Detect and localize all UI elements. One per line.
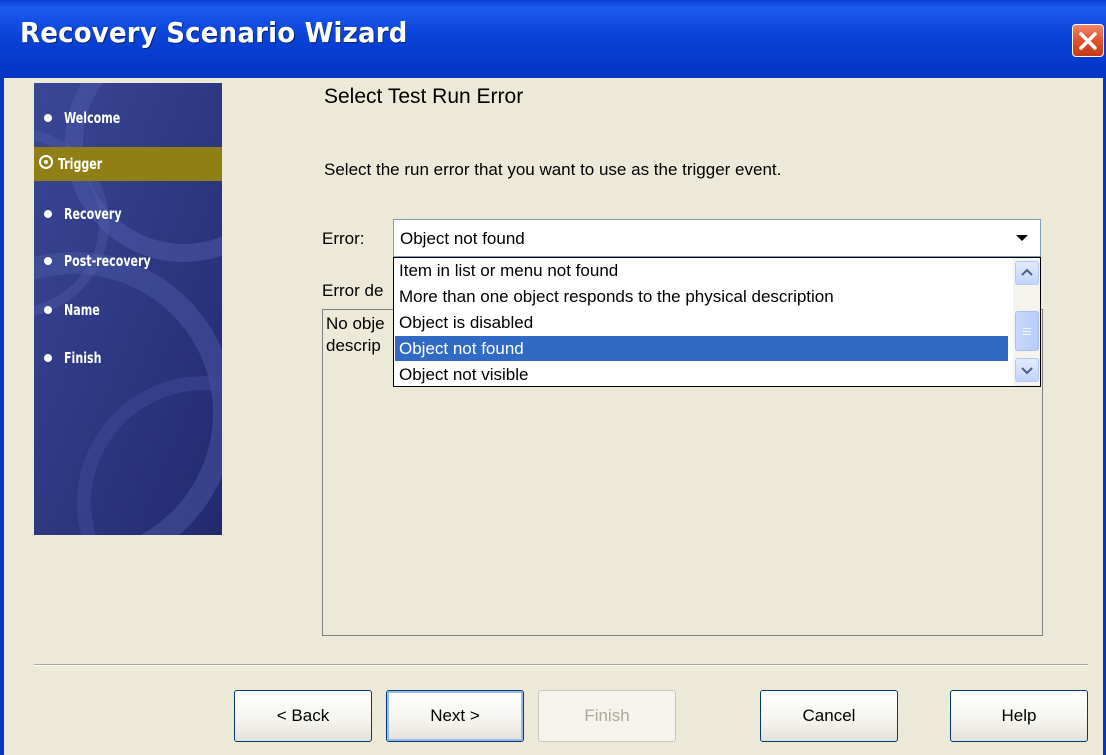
sidebar-step-name: Name [34,293,222,327]
error-description-label: Error de [322,281,384,300]
close-icon [1079,32,1097,50]
step-label: Finish [64,349,102,367]
sidebar-step-trigger: Trigger [34,147,222,181]
help-button[interactable]: Help [950,690,1088,742]
sidebar-step-welcome: Welcome [34,101,222,135]
page-title: Select Test Run Error [324,85,524,108]
finish-button[interactable]: Finish [538,690,676,742]
dropdown-option[interactable]: Item in list or menu not found [395,258,1008,283]
error-label: Error: [322,229,365,248]
dropdown-option[interactable]: Object not visible [395,362,1008,386]
chevron-down-icon [1021,367,1033,375]
step-label: Recovery [64,205,122,223]
separator-line [34,664,1088,666]
dropdown-option-selected[interactable]: Object not found [395,336,1008,361]
step-label: Welcome [64,109,121,127]
window-title: Recovery Scenario Wizard [20,16,408,49]
instruction-text: Select the run error that you want to us… [324,160,782,179]
dropdown-arrow-icon[interactable] [1007,223,1037,253]
close-button[interactable] [1072,24,1104,57]
step-label: Name [64,301,100,319]
bullet-icon [44,210,52,218]
wizard-steps-sidebar: Welcome Trigger Recovery Post-recovery N… [34,83,222,535]
scroll-thumb[interactable] [1015,311,1039,351]
bullet-icon [44,257,52,265]
next-button[interactable]: Next > [386,690,524,742]
back-button[interactable]: < Back [234,690,372,742]
error-select-value: Object not found [400,229,525,248]
error-select[interactable]: Object not found [393,219,1041,257]
bullet-icon [44,354,52,362]
scroll-up-button[interactable] [1015,261,1039,285]
dropdown-scrollbar[interactable] [1013,258,1040,386]
dropdown-option[interactable]: Object is disabled [395,310,1008,335]
title-bar[interactable]: Recovery Scenario Wizard [0,0,1106,78]
cancel-button[interactable]: Cancel [760,690,898,742]
chevron-up-icon [1021,268,1033,276]
step-label: Post-recovery [64,252,151,270]
error-dropdown-list[interactable]: Item in list or menu not found More than… [393,257,1041,387]
window-frame-left [0,78,4,755]
step-label: Trigger [58,155,103,173]
sidebar-step-finish: Finish [34,341,222,375]
sidebar-step-post-recovery: Post-recovery [34,244,222,278]
dropdown-option[interactable]: More than one object responds to the phy… [395,284,1008,309]
bullet-icon [44,114,52,122]
scroll-down-button[interactable] [1015,358,1039,382]
sidebar-step-recovery: Recovery [34,197,222,231]
current-step-icon [39,155,53,169]
bullet-icon [44,306,52,314]
